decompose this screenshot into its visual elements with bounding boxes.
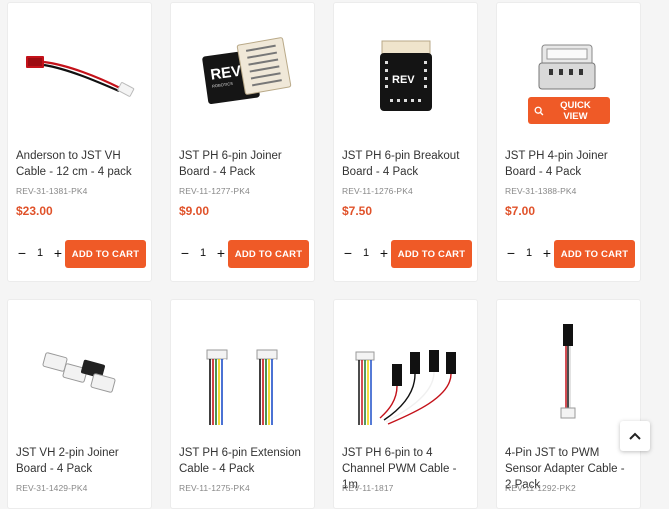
product-image[interactable] (8, 300, 151, 430)
product-card: REV ROBOTICS JST PH 6-pin Joiner Board -… (170, 2, 315, 282)
minus-icon[interactable]: − (505, 245, 517, 261)
chevron-up-icon (629, 432, 641, 440)
product-price: $7.50 (342, 204, 373, 218)
add-to-cart-button[interactable]: ADD TO CART (391, 240, 472, 268)
search-icon (534, 106, 544, 115)
back-to-top-button[interactable] (620, 421, 650, 451)
product-image[interactable] (497, 300, 640, 430)
add-to-cart-button[interactable]: ADD TO CART (554, 240, 635, 268)
plus-icon[interactable]: + (541, 245, 553, 261)
quick-view-label: QUICK VIEW (560, 99, 591, 122)
product-sku: REV-11-1277-PK4 (179, 186, 250, 196)
product-price: $9.00 (179, 204, 210, 218)
product-name[interactable]: JST PH 4-pin Joiner Board - 4 Pack (505, 148, 634, 180)
plus-icon[interactable]: + (215, 245, 227, 261)
product-name[interactable]: Anderson to JST VH Cable - 12 cm - 4 pac… (16, 148, 145, 180)
product-sku: REV-31-1388-PK4 (505, 186, 577, 196)
quantity-value[interactable]: 1 (522, 247, 536, 259)
quantity-stepper: − 1 + (505, 241, 553, 265)
product-name[interactable]: JST PH 6-pin Joiner Board - 4 Pack (179, 148, 308, 180)
add-to-cart-button[interactable]: ADD TO CART (228, 240, 309, 268)
product-image[interactable]: REV ROBOTICS (171, 3, 314, 128)
product-price: $7.00 (505, 204, 536, 218)
product-image[interactable]: REV (334, 3, 477, 128)
quantity-value[interactable]: 1 (196, 247, 210, 259)
product-card: Anderson to JST VH Cable - 12 cm - 4 pac… (7, 2, 152, 282)
product-card: JST PH 6-pin to 4 Channel PWM Cable - 1m… (333, 299, 478, 509)
product-sku: REV-31-1429-PK4 (16, 483, 88, 493)
product-image[interactable] (334, 300, 477, 430)
product-sku: REV-11-1817 (342, 483, 394, 493)
minus-icon[interactable]: − (342, 245, 354, 261)
product-name[interactable]: JST VH 2-pin Joiner Board - 4 Pack (16, 445, 145, 477)
minus-icon[interactable]: − (179, 245, 191, 261)
product-card: JST PH 6-pin Extension Cable - 4 Pack RE… (170, 299, 315, 509)
product-sku: REV-11-1275-PK4 (179, 483, 250, 493)
quantity-value[interactable]: 1 (33, 247, 47, 259)
svg-text:REV: REV (392, 74, 415, 86)
product-name[interactable]: JST PH 6-pin Breakout Board - 4 Pack (342, 148, 471, 180)
quantity-value[interactable]: 1 (359, 247, 373, 259)
product-sku: REV-11-1292-PK2 (505, 483, 576, 493)
plus-icon[interactable]: + (378, 245, 390, 261)
product-price: $23.00 (16, 204, 53, 218)
quantity-stepper: − 1 + (179, 241, 227, 265)
quantity-stepper: − 1 + (16, 241, 64, 265)
plus-icon[interactable]: + (52, 245, 64, 261)
product-sku: REV-11-1276-PK4 (342, 186, 413, 196)
product-image[interactable] (171, 300, 314, 430)
product-card: REV JST PH 6-pin Breakout Board - 4 Pack… (333, 2, 478, 282)
product-image[interactable] (8, 3, 151, 128)
product-sku: REV-31-1381-PK4 (16, 186, 88, 196)
product-card: 4-Pin JST to PWM Sensor Adapter Cable - … (496, 299, 641, 509)
product-name[interactable]: JST PH 6-pin Extension Cable - 4 Pack (179, 445, 308, 477)
product-card: JST VH 2-pin Joiner Board - 4 Pack REV-3… (7, 299, 152, 509)
product-card: QUICK VIEW JST PH 4-pin Joiner Board - 4… (496, 2, 641, 282)
add-to-cart-button[interactable]: ADD TO CART (65, 240, 146, 268)
quantity-stepper: − 1 + (342, 241, 390, 265)
minus-icon[interactable]: − (16, 245, 28, 261)
quick-view-button[interactable]: QUICK VIEW (528, 97, 610, 124)
